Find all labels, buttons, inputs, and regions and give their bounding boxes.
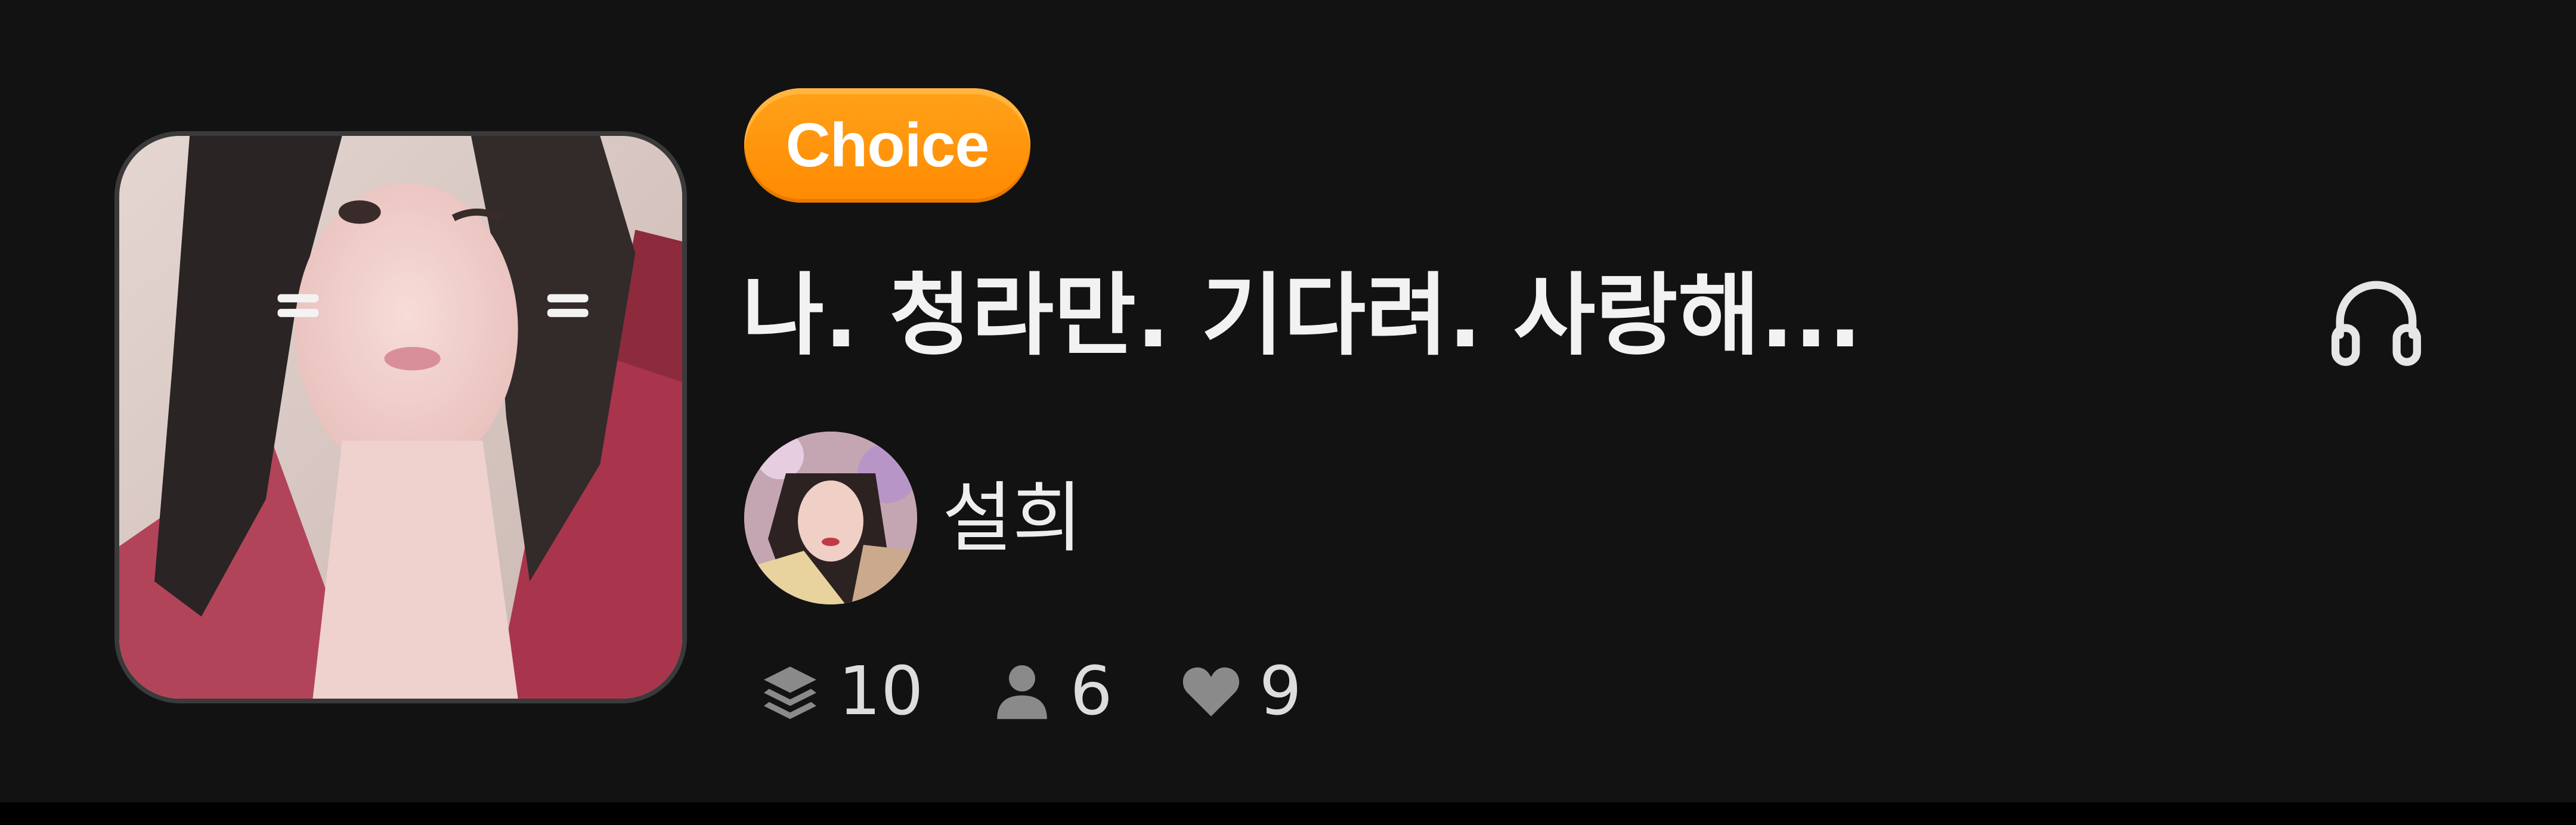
like-count-value: 9 [1259,653,1302,730]
heart-icon [1182,667,1239,717]
stats-row: 10 6 9 [757,644,1367,739]
user-count-value: 6 [1070,653,1113,730]
user-icon [996,665,1047,719]
choice-badge: Choice [744,88,1030,203]
headphone-icon[interactable] [2320,262,2433,376]
story-title[interactable]: 나. 청라만. 기다려. 사랑해... [742,256,2233,376]
user-count: 6 [989,644,1113,739]
avatar-image [744,432,917,604]
episode-count: 10 [757,644,924,739]
choice-badge-label: Choice [785,110,990,180]
cover-thumbnail[interactable] [114,131,687,703]
episode-count-value: 10 [838,653,924,730]
creator-name[interactable]: 설희 [942,459,1083,578]
layers-icon [764,666,816,719]
creator-avatar[interactable] [744,432,917,604]
like-count: 9 [1178,644,1302,739]
content-card[interactable]: Choice 나. 청라만. 기다려. 사랑해... 설희 10 6 9 [0,0,2576,802]
cover-image [119,136,682,699]
